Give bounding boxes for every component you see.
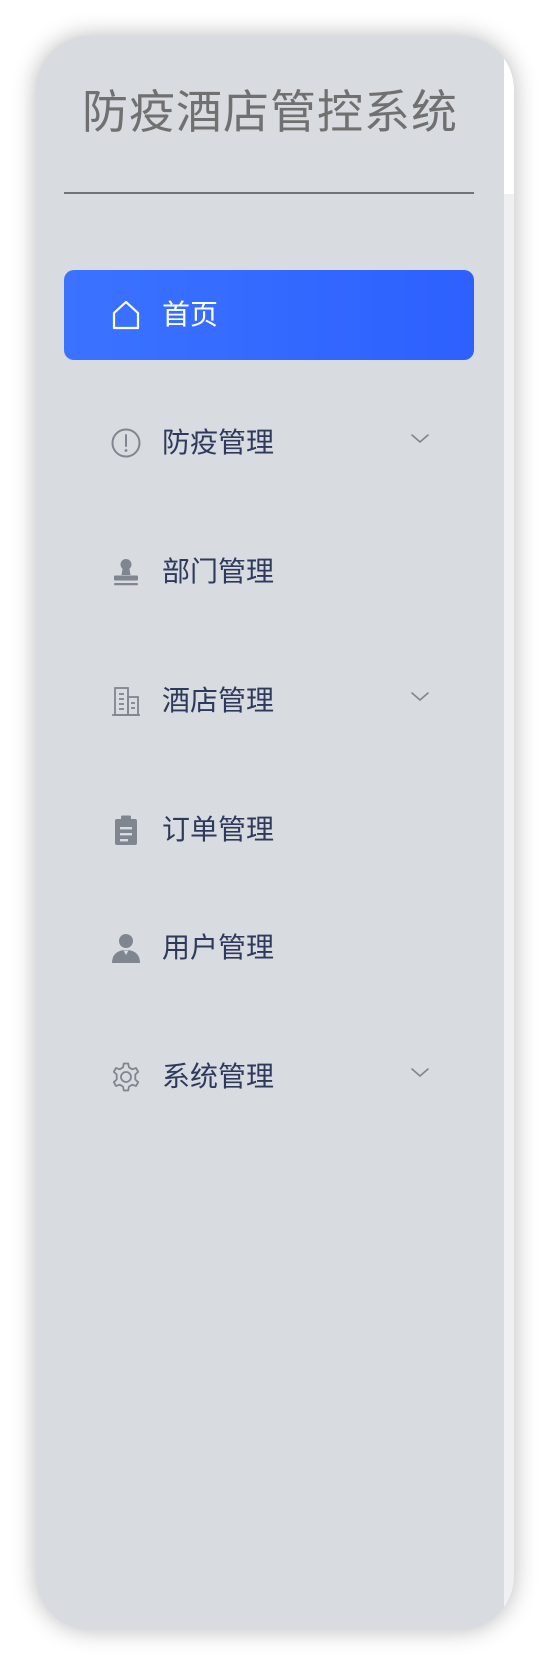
content-edge: [504, 36, 514, 1630]
sidebar: 防疫酒店管控系统 首页 防疫管理 部门管理 酒店管理 订单管理 用户管理 系统管…: [36, 36, 504, 1630]
clipboard-icon: [110, 814, 142, 846]
sidebar-item-label: 酒店管理: [162, 684, 275, 717]
home-icon: [110, 299, 142, 331]
exclamation-circle-icon: [110, 427, 142, 459]
sidebar-item-label: 订单管理: [162, 813, 275, 846]
sidebar-item-label: 部门管理: [162, 555, 275, 588]
sidebar-item-department[interactable]: 部门管理: [64, 527, 474, 617]
sidebar-item-label: 首页: [162, 298, 219, 331]
stamp-icon: [110, 556, 142, 588]
sidebar-item-orders[interactable]: 订单管理: [64, 785, 474, 875]
chevron-down-icon[interactable]: [410, 432, 430, 446]
sidebar-item-hotel[interactable]: 酒店管理: [64, 656, 474, 746]
sidebar-item-label: 防疫管理: [162, 426, 275, 459]
app-title: 防疫酒店管控系统: [82, 85, 458, 139]
sidebar-item-label: 用户管理: [162, 931, 275, 964]
sidebar-item-home[interactable]: 首页: [64, 270, 474, 360]
building-icon: [110, 685, 142, 717]
chevron-down-icon[interactable]: [410, 1066, 430, 1080]
sidebar-item-system[interactable]: 系统管理: [64, 1032, 474, 1122]
chevron-down-icon[interactable]: [410, 690, 430, 704]
user-icon: [110, 932, 142, 964]
app-frame: 防疫酒店管控系统 首页 防疫管理 部门管理 酒店管理 订单管理 用户管理 系统管…: [36, 36, 514, 1630]
content-header-edge: [504, 36, 514, 194]
title-divider: [64, 192, 474, 194]
sidebar-item-users[interactable]: 用户管理: [64, 903, 474, 993]
sidebar-item-epidemic[interactable]: 防疫管理: [64, 398, 474, 488]
gear-icon: [110, 1061, 142, 1093]
sidebar-item-label: 系统管理: [162, 1060, 275, 1093]
